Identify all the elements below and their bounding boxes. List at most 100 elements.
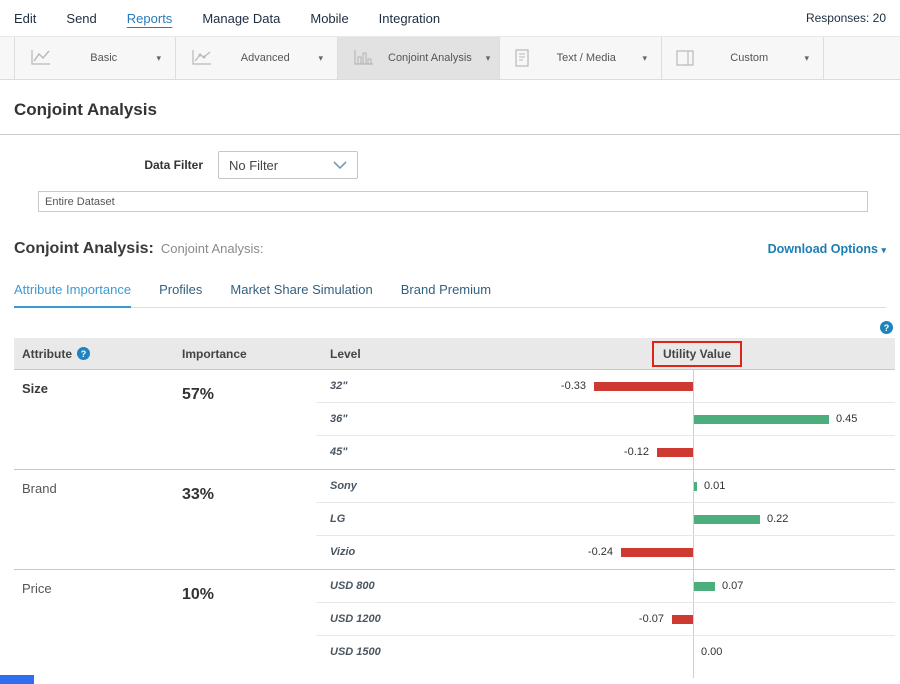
line-chart-icon [29,49,51,67]
level-row: 32" -0.33 [316,370,895,403]
caret-down-icon: ▾ [881,245,886,255]
toolbar-item-label: Conjoint Analysis [388,52,472,64]
title-divider [0,134,900,135]
utility-value-label: -0.12 [624,436,649,469]
utility-value-label: -0.33 [561,370,586,403]
level-label: LG [330,503,345,536]
data-filter-label: Data Filter [0,158,218,172]
attribute-name: Price [14,570,182,669]
utility-bar [694,515,760,524]
toolbar-item-conjoint-analysis[interactable]: Conjoint Analysis ▾ [338,37,500,79]
level-row: 45" -0.12 [316,436,895,469]
toolbar-item-text-media[interactable]: Text / Media ▾ [500,37,662,79]
level-label: USD 1200 [330,603,381,636]
levels-chart-area: Sony0.01LG0.22Vizio-0.24 [316,470,895,569]
bottom-left-widget-partial[interactable] [0,675,34,684]
utility-bar [694,582,715,591]
level-row: LG 0.22 [316,503,895,536]
top-nav: Edit Send Reports Manage Data Mobile Integrat… [0,0,900,36]
nav-item-edit[interactable]: Edit [14,11,36,26]
level-label: USD 1500 [330,636,381,669]
caret-down-icon: ▾ [804,53,809,64]
level-label: 36" [330,403,347,436]
importance-value: 57% [182,370,316,469]
caret-down-icon: ▾ [642,53,647,64]
utility-value-annotation-box: Utility Value [652,341,742,367]
data-filter-selected-value: No Filter [229,158,278,173]
utility-value-label: 0.22 [767,503,788,536]
attribute-name: Brand [14,470,182,569]
level-row: USD 1500 0.00 [316,636,895,669]
toolbar-item-basic[interactable]: Basic ▾ [14,37,176,79]
caret-down-icon: ▾ [486,53,491,64]
level-label: USD 800 [330,570,375,603]
utility-value-label: 0.00 [701,636,722,669]
bar-chart-icon [352,49,374,67]
level-row: 36" 0.45 [316,403,895,436]
toolbar-item-advanced[interactable]: Advanced ▾ [176,37,338,79]
tab-profiles[interactable]: Profiles [159,282,202,307]
table-header-row: Attribute ? Importance Level Utility Val… [14,338,895,369]
scatter-chart-icon [190,49,212,67]
table-body: Size57%32"-0.3336"0.4545"-0.12Brand33%So… [14,369,895,669]
report-tabs: Attribute Importance Profiles Market Share… [14,282,886,308]
attribute-group-row: Price10%USD 8000.07USD 1200-0.07USD 1500… [14,569,895,669]
report-section-subtitle: Conjoint Analysis: [161,241,264,256]
level-row: Vizio -0.24 [316,536,895,569]
report-type-toolbar: Basic▾Advanced▾Conjoint Analysis▾Text / … [0,36,900,80]
utility-bar [621,548,693,557]
report-section-header: Conjoint Analysis: Conjoint Analysis: Do… [14,240,886,258]
caret-down-icon: ▾ [156,53,161,64]
levels-chart-area: USD 800 0.07 USD 1200 -0.07 USD 1500 0.00 [316,570,895,669]
utility-bar [694,482,697,491]
utility-value-label: -0.24 [588,536,613,569]
tab-market-share-simulation[interactable]: Market Share Simulation [230,282,372,307]
utility-value-label: 0.07 [722,570,743,603]
toolbar-item-label: Advanced [226,52,304,64]
top-nav-items: Edit Send Reports Manage Data Mobile Integrat… [14,11,470,26]
toolbar-item-label: Basic [65,52,142,64]
attribute-help-icon[interactable]: ? [77,347,90,360]
nav-item-send[interactable]: Send [66,11,96,26]
tab-attribute-importance[interactable]: Attribute Importance [14,282,131,308]
toolbar-item-label: Text / Media [544,52,628,64]
utility-value-label: 0.45 [836,403,857,436]
utility-value-label: -0.07 [639,603,664,636]
level-column-header-cell: Level Utility Value [316,338,895,369]
attribute-name: Size [14,370,182,469]
dataset-input[interactable] [38,191,868,212]
tab-brand-premium[interactable]: Brand Premium [401,282,491,307]
level-label: 32" [330,370,347,403]
level-row: USD 800 0.07 [316,570,895,603]
utility-bar [694,415,829,424]
toolbar-item-label: Custom [708,52,790,64]
data-filter-select[interactable]: No Filter [218,151,358,179]
levels-chart-area: 32" -0.33 36" 0.45 45" -0.12 [316,370,895,469]
level-label: Vizio [330,536,355,569]
attribute-group-row: Size57% 32" -0.33 36" 0.45 45" -0.12 [14,369,895,469]
nav-item-integration[interactable]: Integration [379,11,440,26]
utility-bar [672,615,693,624]
download-options-button[interactable]: Download Options ▾ [768,242,886,256]
conjoint-table: Attribute ? Importance Level Utility Val… [14,338,895,669]
nav-item-mobile[interactable]: Mobile [310,11,348,26]
page-title: Conjoint Analysis [0,80,900,134]
nav-item-reports[interactable]: Reports [127,11,173,26]
toolbar-item-custom[interactable]: Custom ▾ [662,37,824,79]
layout-icon [676,50,694,66]
help-row: ? [0,319,893,332]
report-section-title: Conjoint Analysis: [14,240,154,258]
level-label: 45" [330,436,347,469]
importance-value: 33% [182,470,316,569]
data-filter-row: Data Filter No Filter [0,151,900,179]
caret-down-icon: ▾ [318,53,323,64]
level-row: USD 1200 -0.07 [316,603,895,636]
utility-value-label: 0.01 [704,470,725,503]
attribute-group-row: Brand33%Sony0.01LG0.22Vizio-0.24 [14,469,895,569]
nav-item-manage-data[interactable]: Manage Data [202,11,280,26]
utility-bar [657,448,693,457]
responses-count: Responses: 20 [806,11,886,25]
importance-column-header: Importance [182,347,316,361]
help-icon[interactable]: ? [880,321,893,334]
utility-bar [594,382,693,391]
